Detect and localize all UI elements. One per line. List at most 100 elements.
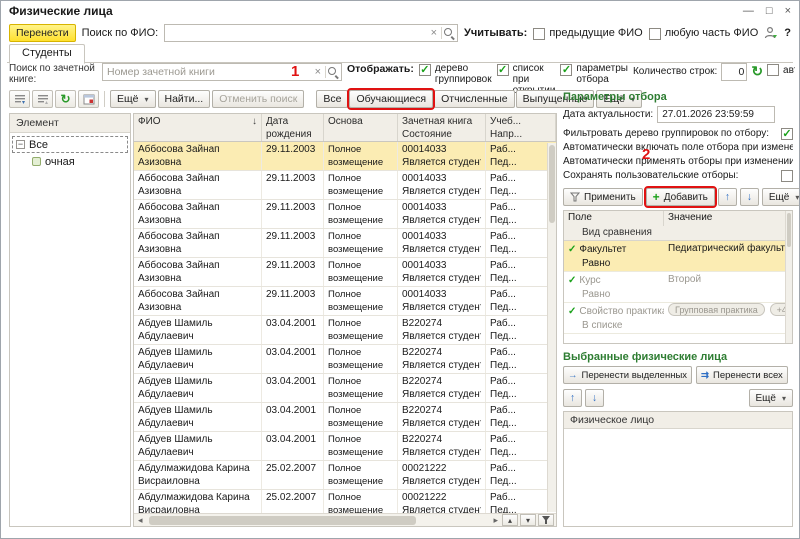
refresh-list-icon[interactable]: ↻ [55,90,76,108]
column-header-basis[interactable]: Основа [324,114,398,141]
gradebook-search-input[interactable] [107,66,312,78]
transfer-button[interactable]: Перенести [9,24,76,42]
tab-students[interactable]: Студенты [9,44,85,64]
display-label: Отображать: [347,63,414,75]
column-header-person[interactable]: Физическое лицо [564,412,792,429]
autorefresh-checkbox[interactable]: автообновление [767,63,795,78]
table-row[interactable]: Абдуев Шамиль Абдулаевич 03.04.2001 Полн… [134,403,556,432]
selected-persons-empty-body[interactable] [564,429,792,526]
filter-row-practice[interactable]: ✓ Свойство практика Групповая практика +… [564,303,792,334]
help-icon[interactable]: ? [784,27,791,39]
save-user-filters-checkbox[interactable] [781,170,793,182]
collapse-icon[interactable]: − [16,140,25,149]
scroll-left-icon[interactable]: ◂ [136,515,145,526]
checkbox-box[interactable] [649,28,661,40]
checkbox-box[interactable] [560,64,572,76]
previous-fio-checkbox[interactable]: предыдущие ФИО [533,27,642,40]
checkbox-box[interactable] [419,64,431,76]
filter-studying-button[interactable]: Обучающиеся [349,90,433,108]
clear-icon[interactable]: × [312,66,324,78]
filter-all-button[interactable]: Все [316,90,348,108]
table-body: Аббосова Зайнап Азизовна 29.11.2003 Полн… [134,142,556,513]
transfer-selected-button[interactable]: → Перенести выделенных [563,366,692,384]
apply-button[interactable]: Применить [563,188,643,206]
filter-grid-scrollbar[interactable] [785,211,792,343]
maximize-icon[interactable]: □ [766,5,773,17]
tree-node-ochnaya[interactable]: очная [12,153,128,170]
close-icon[interactable]: × [785,5,791,17]
tree-node-all[interactable]: − Все [12,136,128,153]
transfer-all-button[interactable]: ⇉ Перенести всех [696,366,788,384]
set-period-icon[interactable] [78,90,99,108]
add-filter-button[interactable]: + Добавить [646,188,715,206]
unmark-all-icon[interactable] [32,90,53,108]
show-filter-params-checkbox[interactable]: параметры отбора [560,63,628,85]
actuality-input[interactable] [662,109,772,120]
toolbar-more-button[interactable]: Ещё▾ [110,90,156,108]
clear-icon[interactable]: × [428,27,440,39]
column-header-birthdate[interactable]: Дата рождения [262,114,324,141]
table-row[interactable]: Абдуев Шамиль Абдулаевич 03.04.2001 Полн… [134,316,556,345]
filter-row-course[interactable]: ✓ Курс Второй Равно [564,272,792,303]
actuality-row: Дата актуальности: [563,106,793,123]
filter-chip[interactable]: Групповая практика [668,303,765,316]
filter-tree-checkbox[interactable] [781,128,793,140]
table-row[interactable]: Аббосова Зайнап Азизовна 29.11.2003 Полн… [134,258,556,287]
scrollbar-track[interactable] [147,516,490,525]
scroll-right-icon[interactable]: ▸ [491,515,500,526]
scroll-down-button[interactable]: ▾ [520,514,536,526]
column-header-value[interactable]: Значение [664,211,792,226]
column-header-gradebook[interactable]: Зачетная книга Состояние [398,114,486,141]
scrollbar-thumb[interactable] [149,516,416,525]
column-header-study[interactable]: Учеб... Напр... [486,114,556,141]
table-row[interactable]: Аббосова Зайнап Азизовна 29.11.2003 Полн… [134,200,556,229]
table-row[interactable]: Абдуев Шамиль Абдулаевич 03.04.2001 Полн… [134,374,556,403]
table-row[interactable]: Абдулмажидова Карина Висраиловна 25.02.2… [134,490,556,513]
list-filter-button[interactable] [538,514,554,526]
show-tree-checkbox[interactable]: дерево группировок [419,63,492,85]
table-row[interactable]: Аббосова Зайнап Азизовна 29.11.2003 Полн… [134,171,556,200]
check-icon[interactable]: ✓ [568,273,576,288]
check-icon[interactable]: ✓ [568,242,576,257]
table-row[interactable]: Абдуев Шамиль Абдулаевич 03.04.2001 Полн… [134,345,556,374]
move-down-button[interactable]: ↓ [740,188,759,206]
cancel-search-button[interactable]: Отменить поиск [212,90,304,108]
table-row[interactable]: Аббосова Зайнап Азизовна 29.11.2003 Полн… [134,287,556,316]
scrollbar-thumb[interactable] [549,145,555,223]
vertical-scrollbar[interactable] [547,143,556,512]
column-header-field[interactable]: Поле [564,211,664,226]
table-row[interactable]: Аббосова Зайнап Азизовна 29.11.2003 Полн… [134,142,556,171]
filter-row-faculty[interactable]: ✓ Факультет Педиатрический факультет Рав… [564,241,792,272]
filter-expelled-button[interactable]: Отчисленные [434,90,515,108]
gradebook-search-label: Поиск по зачетной книге: [9,63,97,85]
any-part-fio-checkbox[interactable]: любую часть ФИО [649,27,759,40]
double-arrow-right-icon: ⇉ [701,370,709,381]
column-header-fio[interactable]: ФИО ↓ [134,114,262,141]
checkbox-box[interactable] [497,64,509,76]
check-icon[interactable]: ✓ [568,304,576,319]
find-button[interactable]: Найти... [158,90,211,108]
table-row[interactable]: Аббосова Зайнап Азизовна 29.11.2003 Полн… [134,229,556,258]
move-up-button[interactable]: ↑ [563,389,582,407]
scrollbar-thumb[interactable] [787,213,791,247]
column-header-comparison: Вид сравнения [564,226,792,240]
selected-more-button[interactable]: Ещё▾ [749,389,793,407]
search-icon[interactable] [327,66,339,78]
table-row[interactable]: Абдуев Шамиль Абдулаевич 03.04.2001 Полн… [134,432,556,461]
move-down-button[interactable]: ↓ [585,389,604,407]
search-icon[interactable] [443,27,455,39]
scroll-up-button[interactable]: ▴ [502,514,518,526]
move-up-button[interactable]: ↑ [718,188,737,206]
filter-buttons-row: Применить + Добавить ↑ ↓ Ещё▾ [563,188,793,206]
checkbox-box[interactable] [533,28,545,40]
rows-count-input[interactable] [726,66,744,78]
checkbox-box[interactable] [767,64,779,76]
filter-more-button[interactable]: Ещё▾ [762,188,800,206]
minimize-icon[interactable]: — [743,5,754,17]
refresh-icon[interactable]: ↻ [751,63,763,79]
user-icon[interactable] [764,26,778,40]
horizontal-scrollbar[interactable]: ◂ ▸ ▴ ▾ [134,513,556,526]
mark-all-icon[interactable] [9,90,30,108]
table-row[interactable]: Абдулмажидова Карина Висраиловна 25.02.2… [134,461,556,490]
fio-search-input[interactable] [169,27,427,39]
